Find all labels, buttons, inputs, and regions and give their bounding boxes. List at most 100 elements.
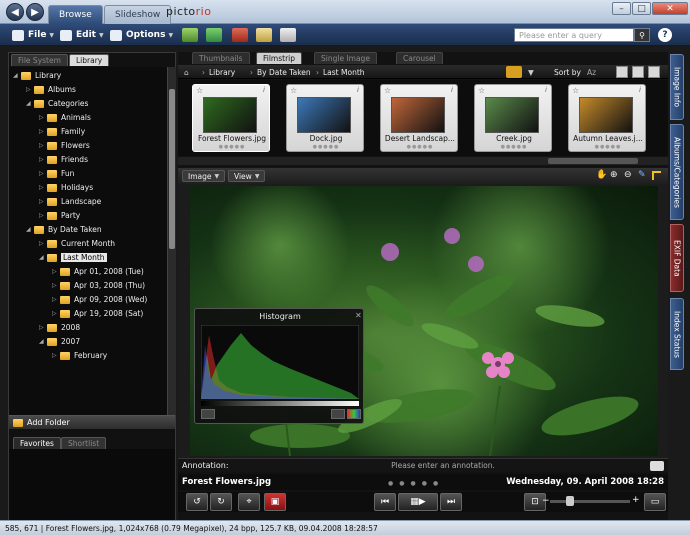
collapsed-arrow-icon[interactable]: ▷ — [39, 114, 47, 121]
hand-icon[interactable]: ✋ — [596, 170, 607, 180]
side-tab-exif-data[interactable]: EXIF Data — [670, 224, 684, 292]
tab-carousel[interactable]: Carousel — [396, 52, 443, 64]
info-icon[interactable]: i — [451, 86, 453, 94]
filmstrip-thumbnail[interactable]: ☆ i Desert Landscap... ●●●●● — [380, 84, 458, 152]
histogram-rgb-icon[interactable] — [347, 409, 361, 419]
star-icon[interactable]: ☆ — [196, 86, 203, 95]
previous-button[interactable]: ⏮ — [374, 493, 396, 511]
rating-stars[interactable]: ●●●●● — [475, 144, 553, 150]
scrollbar-thumb[interactable] — [169, 89, 175, 249]
sort-dropdown[interactable]: Sort by Az — [554, 66, 596, 78]
histogram-channel-icon[interactable] — [331, 409, 345, 419]
tree-item[interactable]: ▷ Party — [39, 209, 80, 222]
tab-thumbnails[interactable]: Thumbnails — [192, 52, 250, 64]
tree-item[interactable]: ▷ Current Month — [39, 237, 115, 250]
breadcrumb-item[interactable]: › Library — [202, 66, 235, 78]
zoom-in-icon[interactable]: ⊕ — [610, 170, 618, 180]
zoom-slider-handle[interactable] — [566, 496, 574, 506]
zoom-out-icon[interactable]: ⊖ — [624, 170, 632, 180]
file-menu[interactable]: File ▼ — [12, 27, 54, 43]
tree-item[interactable]: ◢ By Date Taken — [26, 223, 102, 236]
collapsed-arrow-icon[interactable]: ▷ — [39, 128, 47, 135]
import-icon[interactable] — [182, 28, 198, 42]
collapsed-arrow-icon[interactable]: ▷ — [39, 142, 47, 149]
expanded-arrow-icon[interactable]: ◢ — [13, 72, 21, 79]
tree-item[interactable]: ▷ Fun — [39, 167, 74, 180]
search-input[interactable]: Please enter a query — [514, 28, 634, 42]
info-icon[interactable]: i — [545, 86, 547, 94]
tree-item[interactable]: ▷ Apr 01, 2008 (Tue) — [52, 265, 144, 278]
collapsed-arrow-icon[interactable]: ▷ — [39, 184, 47, 191]
breadcrumb-item[interactable]: › Last Month — [316, 66, 365, 78]
view-mode-icon[interactable] — [632, 66, 644, 78]
star-icon[interactable]: ☆ — [290, 86, 297, 95]
tree-item[interactable]: ▷ Landscape — [39, 195, 101, 208]
star-icon[interactable]: ☆ — [572, 86, 579, 95]
fit-window-button[interactable]: ▭ — [644, 493, 666, 511]
tab-single-image[interactable]: Single Image — [314, 52, 377, 64]
options-menu[interactable]: Options ▼ — [110, 27, 173, 43]
collapsed-arrow-icon[interactable]: ▷ — [39, 198, 47, 205]
view-mode-icon[interactable] — [616, 66, 628, 78]
tab-slideshow[interactable]: Slideshow — [104, 5, 172, 24]
image-edit-icon[interactable] — [256, 28, 272, 42]
image-menu[interactable]: Image ▼ — [182, 170, 226, 182]
collapsed-arrow-icon[interactable]: ▷ — [52, 268, 60, 275]
help-button[interactable]: ? — [658, 28, 672, 42]
histogram-toggle-icon[interactable] — [201, 409, 215, 419]
tree-item[interactable]: ◢ 2007 — [39, 335, 80, 348]
close-button[interactable]: ✕ — [652, 2, 688, 15]
side-tab-albums-categories[interactable]: Albums/Categories — [670, 124, 684, 220]
filmstrip-thumbnail[interactable]: ☆ i Creek.jpg ●●●●● — [474, 84, 552, 152]
tree-item[interactable]: ▷ Flowers — [39, 139, 90, 152]
zoom-minus-icon[interactable]: − — [542, 496, 550, 506]
collapsed-arrow-icon[interactable]: ▷ — [52, 310, 60, 317]
tree-item[interactable]: ▷ February — [52, 349, 107, 362]
filter-icon[interactable]: ▼ — [528, 66, 534, 78]
breadcrumb-item[interactable]: › By Date Taken — [250, 66, 311, 78]
search-button[interactable]: ⚲ — [634, 28, 650, 42]
collapsed-arrow-icon[interactable]: ▷ — [52, 282, 60, 289]
collapsed-arrow-icon[interactable]: ▷ — [39, 324, 47, 331]
tree-item[interactable]: ▷ Holidays — [39, 181, 93, 194]
collapsed-arrow-icon[interactable]: ▷ — [39, 156, 47, 163]
rotate-left-button[interactable]: ↺ — [186, 493, 208, 511]
print-icon[interactable] — [280, 28, 296, 42]
maximize-button[interactable]: □ — [632, 2, 651, 15]
collapsed-arrow-icon[interactable]: ▷ — [52, 296, 60, 303]
info-icon[interactable]: i — [263, 86, 265, 94]
info-icon[interactable]: i — [357, 86, 359, 94]
tree-item[interactable]: ▷ Apr 19, 2008 (Sat) — [52, 307, 143, 320]
tab-shortlist[interactable]: Shortlist — [61, 437, 107, 449]
compare-button[interactable]: ▣ — [264, 493, 286, 511]
collapsed-arrow-icon[interactable]: ▷ — [26, 86, 34, 93]
tree-item[interactable]: ▷ Apr 03, 2008 (Thu) — [52, 279, 145, 292]
tag-button[interactable]: ⌖ — [238, 493, 260, 511]
collapsed-arrow-icon[interactable]: ▷ — [39, 170, 47, 177]
tab-library[interactable]: Library — [69, 54, 110, 66]
close-icon[interactable]: ✕ — [355, 311, 362, 320]
tab-filmstrip[interactable]: Filmstrip — [256, 52, 303, 64]
rating-stars[interactable]: ●●●●● — [381, 144, 459, 150]
tab-file-system[interactable]: File System — [11, 54, 68, 66]
tree-item[interactable]: ◢ Categories — [26, 97, 88, 110]
tree-item[interactable]: ▷ Family — [39, 125, 85, 138]
side-tab-index-status[interactable]: Index Status — [670, 298, 684, 370]
filmstrip-thumbnail[interactable]: ☆ i Dock.jpg ●●●●● — [286, 84, 364, 152]
view-menu[interactable]: View ▼ — [228, 170, 266, 182]
edit-menu[interactable]: Edit ▼ — [60, 27, 104, 43]
histogram-panel[interactable]: Histogram ✕ — [194, 308, 364, 424]
rating-stars[interactable]: ●●●●● — [193, 144, 271, 150]
tree-item[interactable]: ▷ Friends — [39, 153, 88, 166]
slideshow-button[interactable]: ▦▶ — [398, 493, 438, 511]
speech-bubble-icon[interactable] — [650, 461, 664, 471]
expanded-arrow-icon[interactable]: ◢ — [26, 226, 34, 233]
rotate-right-button[interactable]: ↻ — [210, 493, 232, 511]
filmstrip-thumbnail[interactable]: ☆ i Autumn Leaves.j... ●●●●● — [568, 84, 646, 152]
scrollbar-thumb[interactable] — [548, 158, 638, 164]
rating-stars[interactable]: ●●●●● — [569, 144, 647, 150]
eyedropper-icon[interactable]: ✎ — [638, 170, 646, 180]
annotation-input[interactable]: Please enter an annotation. — [238, 460, 648, 472]
tree-item[interactable]: ▷ Animals — [39, 111, 91, 124]
home-icon[interactable]: ⌂ — [184, 66, 198, 78]
